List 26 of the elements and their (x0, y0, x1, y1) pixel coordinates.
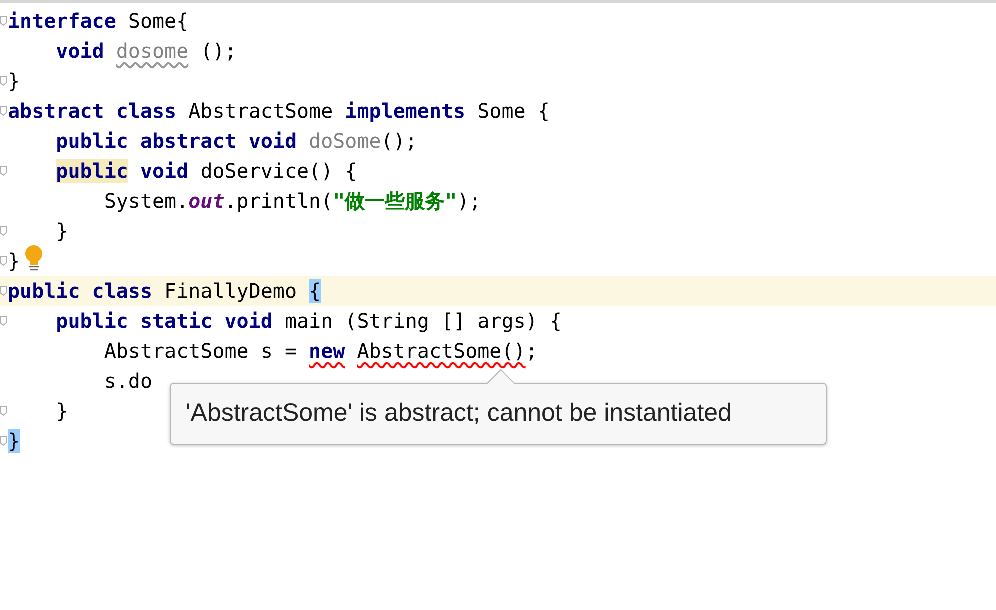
code-line: void dosome (); (55, 38, 237, 64)
code-line: interface Some{ (8, 8, 189, 34)
code-line: } (8, 248, 20, 274)
lightbulb-icon[interactable] (24, 245, 44, 271)
tooltip-pointer-icon (487, 369, 515, 384)
code-line: public abstract void doSome(); (55, 128, 418, 154)
fold-marker-icon[interactable] (0, 76, 7, 86)
fold-marker-icon[interactable] (0, 256, 7, 266)
fold-marker-icon[interactable] (0, 286, 7, 296)
fold-marker-icon[interactable] (0, 226, 7, 236)
code-line: } (8, 68, 20, 94)
code-line: } (55, 218, 68, 244)
code-line: } (55, 398, 68, 424)
code-line: s.do (103, 368, 152, 394)
fold-marker-icon[interactable] (0, 436, 7, 446)
fold-marker-icon[interactable] (0, 406, 7, 416)
fold-marker-icon[interactable] (0, 106, 7, 116)
code-line: AbstractSome s = new AbstractSome(); (103, 338, 538, 364)
code-line: public void doService() { (55, 158, 358, 184)
fold-marker-icon[interactable] (0, 316, 7, 326)
code-line: public static void main (String [] args) { (55, 308, 562, 334)
code-line: public class FinallyDemo { (8, 278, 322, 304)
code-line: abstract class AbstractSome implements Some { (8, 98, 550, 124)
code-line: System.out.println("做一些服务"); (103, 188, 482, 214)
fold-marker-icon[interactable] (0, 166, 7, 176)
fold-marker-icon[interactable] (0, 16, 7, 26)
